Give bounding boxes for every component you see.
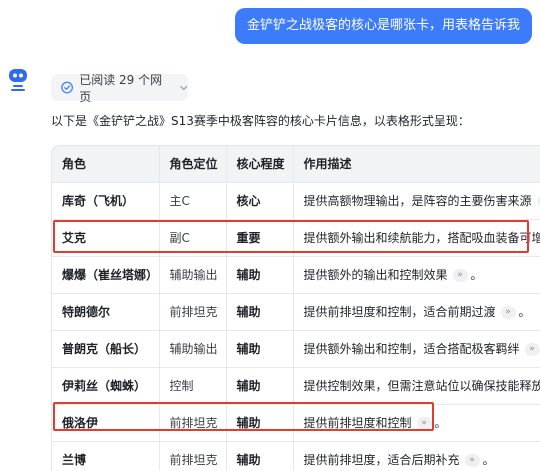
cell-desc: 提供前排坦度和控制 »。 — [293, 404, 540, 442]
cell-name: 伊莉丝（蜘蛛） — [52, 367, 160, 405]
cell-name: 库奇（飞机） — [52, 182, 160, 220]
desc-tail: 。 — [482, 453, 495, 467]
citation-badge[interactable]: » — [500, 306, 516, 319]
desc-text: 提供前排坦度和控制，适合前期过渡 — [303, 305, 496, 319]
desc-tail: 。 — [518, 305, 531, 319]
cell-name: 艾克 — [52, 219, 160, 257]
cell-desc: 提供前排坦度，适合后期补充 »。 — [293, 441, 540, 471]
core-cards-table: 角色 角色定位 核心程度 作用描述 库奇（飞机） 主C 核心 提供高额物理输出，… — [51, 145, 540, 471]
header-core-level: 核心程度 — [226, 146, 294, 183]
desc-tail: 。 — [470, 268, 483, 282]
desc-text: 提供前排坦度，适合后期补充 — [303, 453, 460, 467]
desc-text: 提供高额物理输出，是阵容的主要伤害来源 — [303, 194, 532, 208]
bot-avatar-icon — [9, 69, 27, 91]
cell-level: 辅助 — [226, 330, 294, 368]
header-position: 角色定位 — [159, 146, 227, 183]
cell-level: 核心 — [226, 182, 294, 220]
check-circle-icon — [61, 81, 73, 94]
desc-text: 提供前排坦度和控制 — [303, 416, 412, 430]
cell-desc: 提供控制效果，但需注意站位以确保技能释放» — [293, 367, 540, 405]
header-role-name: 角色 — [52, 146, 160, 183]
cell-desc: 提供前排坦度和控制，适合前期过渡 »。 — [293, 293, 540, 331]
table-row: 特朗德尔 前排坦克 辅助 提供前排坦度和控制，适合前期过渡 »。 — [52, 293, 540, 331]
cell-desc: 提供高额物理输出，是阵容的主要伤害来源»。 — [293, 182, 540, 220]
cell-level: 辅助 — [226, 404, 294, 442]
cell-role: 控制 — [159, 367, 227, 405]
cell-role: 辅助输出 — [159, 256, 227, 294]
table-row: 俄洛伊 前排坦克 辅助 提供前排坦度和控制 »。 — [52, 404, 540, 442]
user-message-bubble: 金铲铲之战极客的核心是哪张卡，用表格告诉我 — [234, 8, 532, 44]
response-intro: 以下是《金铲铲之战》S13赛季中极客阵容的核心卡片信息，以表格形式呈现： — [51, 114, 470, 128]
table-row: 库奇（飞机） 主C 核心 提供高额物理输出，是阵容的主要伤害来源»。 — [52, 182, 540, 220]
table-row: 伊莉丝（蜘蛛） 控制 辅助 提供控制效果，但需注意站位以确保技能释放» — [52, 367, 540, 405]
table-row: 艾克 副C 重要 提供额外输出和续航能力，搭配吸血装备可增强 — [52, 219, 540, 257]
cell-level: 辅助 — [226, 256, 294, 294]
table-header-row: 角色 角色定位 核心程度 作用描述 — [52, 146, 540, 183]
sources-toggle[interactable]: 已阅读 29 个网页 — [51, 73, 188, 104]
chevron-down-icon — [179, 85, 187, 90]
desc-text: 提供额外输出和续航能力，搭配吸血装备可增强 — [303, 231, 540, 245]
table-row: 普朗克（船长） 辅助输出 辅助 提供额外输出和控制，适合搭配极客羁绊»。 — [52, 330, 540, 368]
sources-label: 已阅读 29 个网页 — [79, 72, 163, 104]
cell-name: 俄洛伊 — [52, 404, 160, 442]
desc-text: 提供控制效果，但需注意站位以确保技能释放 — [303, 379, 540, 393]
cell-level: 辅助 — [226, 367, 294, 405]
citation-badge[interactable]: » — [416, 417, 432, 430]
cell-name: 普朗克（船长） — [52, 330, 160, 368]
table-row: 爆爆（崔丝塔娜） 辅助输出 辅助 提供额外的输出和控制效果 »。 — [52, 256, 540, 294]
cell-name: 爆爆（崔丝塔娜） — [52, 256, 160, 294]
citation-badge[interactable]: » — [524, 343, 540, 356]
cell-role: 主C — [159, 182, 227, 220]
cell-desc: 提供额外输出和续航能力，搭配吸血装备可增强 — [293, 219, 540, 257]
cell-role: 副C — [159, 219, 227, 257]
citation-badge[interactable]: » — [536, 195, 540, 208]
cell-level: 辅助 — [226, 293, 294, 331]
cell-desc: 提供额外的输出和控制效果 »。 — [293, 256, 540, 294]
user-message-text: 金铲铲之战极客的核心是哪张卡，用表格告诉我 — [246, 18, 520, 33]
cell-level: 重要 — [226, 219, 294, 257]
cell-desc: 提供额外输出和控制，适合搭配极客羁绊»。 — [293, 330, 540, 368]
table-row: 兰博 前排坦克 辅助 提供前排坦度，适合后期补充 »。 — [52, 441, 540, 471]
desc-text: 提供额外输出和控制，适合搭配极客羁绊 — [303, 342, 520, 356]
citation-badge[interactable]: » — [464, 454, 480, 467]
cell-role: 前排坦克 — [159, 293, 227, 331]
cell-role: 前排坦克 — [159, 404, 227, 442]
cell-role: 前排坦克 — [159, 441, 227, 471]
desc-tail: 。 — [434, 416, 447, 430]
header-description: 作用描述 — [293, 146, 540, 183]
cell-name: 兰博 — [52, 441, 160, 471]
desc-text: 提供额外的输出和控制效果 — [303, 268, 448, 282]
cell-name: 特朗德尔 — [52, 293, 160, 331]
cell-level: 辅助 — [226, 441, 294, 471]
citation-badge[interactable]: » — [452, 269, 468, 282]
cell-role: 辅助输出 — [159, 330, 227, 368]
